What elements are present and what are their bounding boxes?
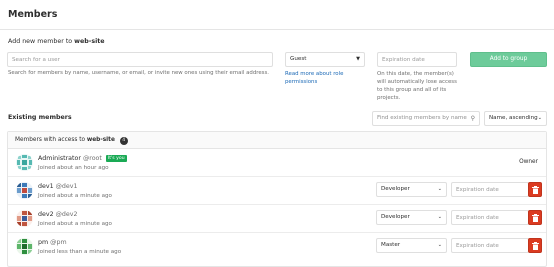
member-username: @pm — [50, 239, 67, 246]
panel-header-prefix: Members with access to — [15, 137, 86, 143]
member-name-line: Administrator @root It's you — [38, 155, 127, 162]
member-name[interactable]: Administrator — [38, 155, 81, 162]
divider — [0, 29, 554, 30]
member-joined: Joined about a minute ago — [38, 193, 112, 199]
caret-down-icon: ▼ — [356, 56, 360, 62]
user-search-help: Search for members by name, username, or… — [8, 70, 269, 76]
page-title: Members — [8, 9, 58, 20]
panel-group-name: web-site — [86, 137, 115, 143]
member-role-label: Owner — [519, 159, 538, 165]
member-row-pm: pm @pm Joined less than a minute ago Mas… — [8, 233, 546, 261]
member-name-line: dev1 @dev1 — [38, 183, 78, 190]
members-panel: Members with access to web-site 4 Admini… — [7, 131, 547, 267]
remove-member-button[interactable] — [528, 210, 542, 225]
role-permissions-link[interactable]: Read more about role permissions — [285, 70, 365, 86]
avatar[interactable] — [16, 154, 33, 171]
members-panel-header: Members with access to web-site 4 — [8, 132, 546, 149]
expiration-help: On this date, the member(s) will automat… — [377, 71, 457, 101]
trash-icon — [532, 242, 539, 250]
member-name-line: pm @pm — [38, 239, 67, 246]
member-role-select[interactable]: Master ⌄ — [376, 238, 447, 253]
member-role-value: Developer — [381, 214, 410, 220]
add-member-label: Add new member to web-site — [8, 38, 105, 45]
find-members-search[interactable]: Find existing members by name ⚲ — [372, 111, 480, 126]
add-member-group-name: web-site — [74, 38, 105, 45]
member-expiration-input[interactable] — [451, 182, 529, 197]
member-name[interactable]: dev1 — [38, 183, 54, 190]
add-member-label-prefix: Add new member to — [8, 38, 73, 45]
avatar[interactable] — [16, 182, 33, 199]
member-joined: Joined about a minute ago — [38, 221, 112, 227]
access-level-select[interactable]: Guest ▼ — [285, 52, 365, 67]
expiration-date-input[interactable] — [377, 52, 457, 67]
member-expiration-input[interactable] — [451, 238, 529, 253]
member-row-dev2: dev2 @dev2 Joined about a minute ago Dev… — [8, 205, 546, 233]
chevron-down-icon: ⌄ — [437, 186, 442, 192]
existing-members-label: Existing members — [8, 114, 72, 121]
member-username: @dev1 — [55, 183, 78, 190]
member-name-line: dev2 @dev2 — [38, 211, 78, 218]
member-role-value: Developer — [381, 186, 410, 192]
add-to-group-button[interactable]: Add to group — [470, 52, 547, 67]
member-username: @root — [82, 155, 102, 162]
trash-icon — [532, 214, 539, 222]
avatar[interactable] — [16, 238, 33, 255]
remove-member-button[interactable] — [528, 238, 542, 253]
search-icon[interactable]: ⚲ — [471, 112, 475, 125]
member-row-dev1: dev1 @dev1 Joined about a minute ago Dev… — [8, 177, 546, 205]
member-joined: Joined less than a minute ago — [38, 249, 122, 255]
sort-value: Name, ascending — [489, 115, 538, 121]
chevron-down-icon: ⌄ — [437, 214, 442, 220]
user-search-input[interactable] — [7, 52, 273, 67]
member-role-select[interactable]: Developer ⌄ — [376, 210, 447, 225]
its-you-badge: It's you — [105, 155, 127, 162]
sort-select[interactable]: Name, ascending ⌄ — [484, 111, 547, 126]
remove-member-button[interactable] — [528, 182, 542, 197]
member-name[interactable]: dev2 — [38, 211, 54, 218]
trash-icon — [532, 186, 539, 194]
member-role-value: Master — [381, 242, 401, 248]
member-expiration-input[interactable] — [451, 210, 529, 225]
member-name[interactable]: pm — [38, 239, 48, 246]
avatar[interactable] — [16, 210, 33, 227]
member-row-root: Administrator @root It's you Joined abou… — [8, 149, 546, 177]
member-role-select[interactable]: Developer ⌄ — [376, 182, 447, 197]
member-joined: Joined about an hour ago — [38, 165, 109, 171]
chevron-down-icon: ⌄ — [437, 242, 442, 248]
member-username: @dev2 — [55, 211, 78, 218]
member-count-badge: 4 — [119, 137, 128, 145]
find-members-placeholder: Find existing members by name — [377, 115, 467, 121]
chevron-down-icon: ⌄ — [537, 115, 542, 121]
access-level-value: Guest — [290, 56, 307, 62]
